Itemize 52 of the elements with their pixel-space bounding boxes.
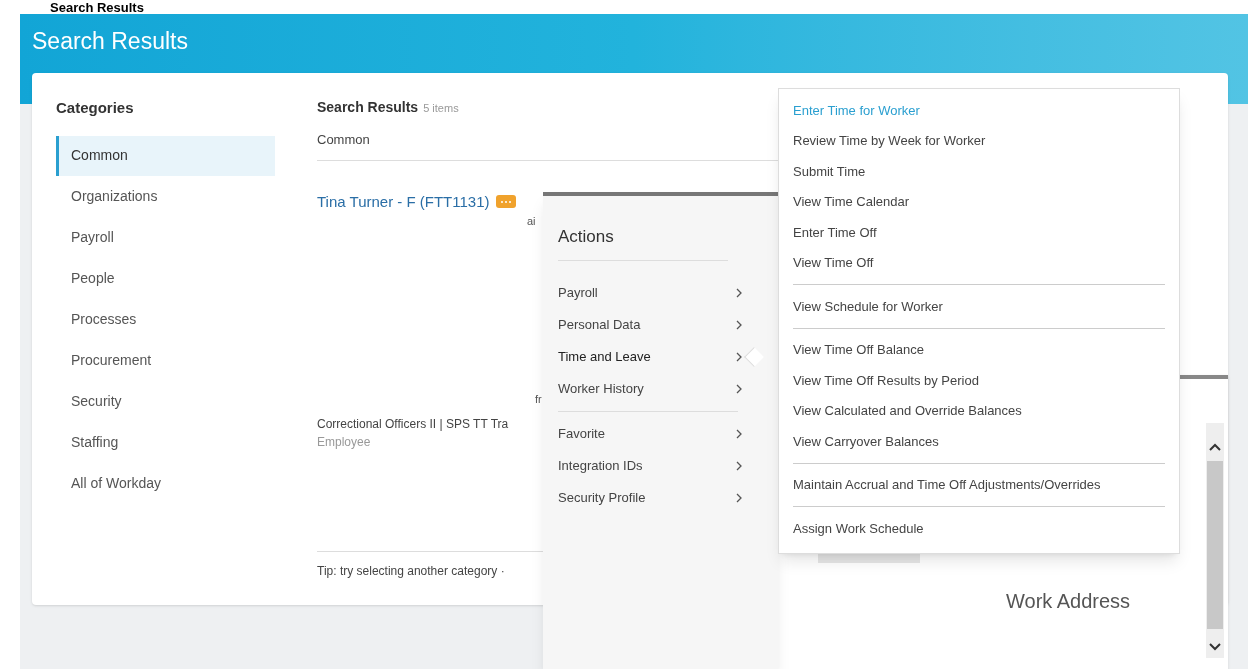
text-fragment: ai (527, 214, 536, 229)
chevron-right-icon (736, 319, 743, 330)
menu-item[interactable]: Worker History (558, 372, 743, 405)
chevron-right-icon (736, 492, 743, 503)
scroll-down-icon[interactable] (1209, 643, 1221, 651)
menu-item[interactable]: Favorite (558, 417, 743, 450)
menu-item[interactable]: Security Profile (558, 481, 743, 514)
category-item[interactable]: All of Workday (56, 463, 275, 504)
category-item[interactable]: Common (56, 135, 275, 176)
worker-link[interactable]: Tina Turner - F (FTT1131) (317, 190, 490, 213)
menu-item[interactable]: Integration IDs (558, 449, 743, 482)
result-count: 5 items (423, 101, 459, 116)
submenu-item[interactable]: View Carryover Balances (793, 426, 1165, 457)
submenu-item[interactable]: Maintain Accrual and Time Off Adjustments/Overrides (793, 469, 1165, 500)
category-item[interactable]: Payroll (56, 217, 275, 258)
chevron-right-icon (736, 351, 743, 362)
submenu-item[interactable]: View Time Calendar (793, 186, 1165, 217)
category-item[interactable]: People (56, 258, 275, 299)
page-title: Search Results (32, 28, 188, 54)
submenu-item[interactable]: Review Time by Week for Worker (793, 125, 1165, 156)
category-item[interactable]: Processes (56, 299, 275, 340)
submenu-item[interactable]: View Schedule for Worker (793, 291, 1165, 322)
submenu-item[interactable]: Assign Work Schedule (793, 513, 1165, 544)
scrollbar[interactable] (1206, 423, 1224, 658)
position-text: Correctional Officers II | SPS TT Tra (317, 416, 509, 433)
scroll-up-icon[interactable] (1209, 443, 1221, 451)
categories-heading: Categories (56, 98, 135, 118)
category-item[interactable]: Security (56, 381, 275, 422)
chevron-right-icon (736, 428, 743, 439)
category-item[interactable]: Organizations (56, 176, 275, 217)
scrollbar-thumb[interactable] (1207, 461, 1223, 629)
related-actions-button[interactable] (495, 195, 516, 209)
submenu-item[interactable]: View Time Off Balance (793, 334, 1165, 365)
worker-type: Employee (317, 434, 371, 451)
menu-item[interactable]: Payroll (558, 276, 743, 309)
submenu-item[interactable]: Submit Time (793, 156, 1165, 187)
category-item[interactable]: Staffing (56, 422, 275, 463)
menu-item[interactable]: Personal Data (558, 308, 743, 341)
menu-heading: Actions (558, 224, 728, 261)
submenu-item[interactable]: View Time Off (793, 247, 1165, 278)
category-item[interactable]: Procurement (56, 340, 275, 381)
submenu-item[interactable]: View Calculated and Override Balances (793, 395, 1165, 426)
results-heading: Search Results (317, 98, 419, 117)
page-heading: Search Results (50, 1, 144, 14)
chevron-right-icon (736, 383, 743, 394)
submenu-item[interactable]: View Time Off Results by Period (793, 365, 1165, 396)
chevron-right-icon (736, 460, 743, 471)
menu-item[interactable]: Time and Leave (558, 340, 743, 373)
submenu-item[interactable]: Enter Time Off (793, 217, 1165, 248)
text-fragment: fr (535, 391, 542, 407)
detail-label: Work Address (1006, 589, 1131, 614)
chevron-right-icon (736, 287, 743, 298)
